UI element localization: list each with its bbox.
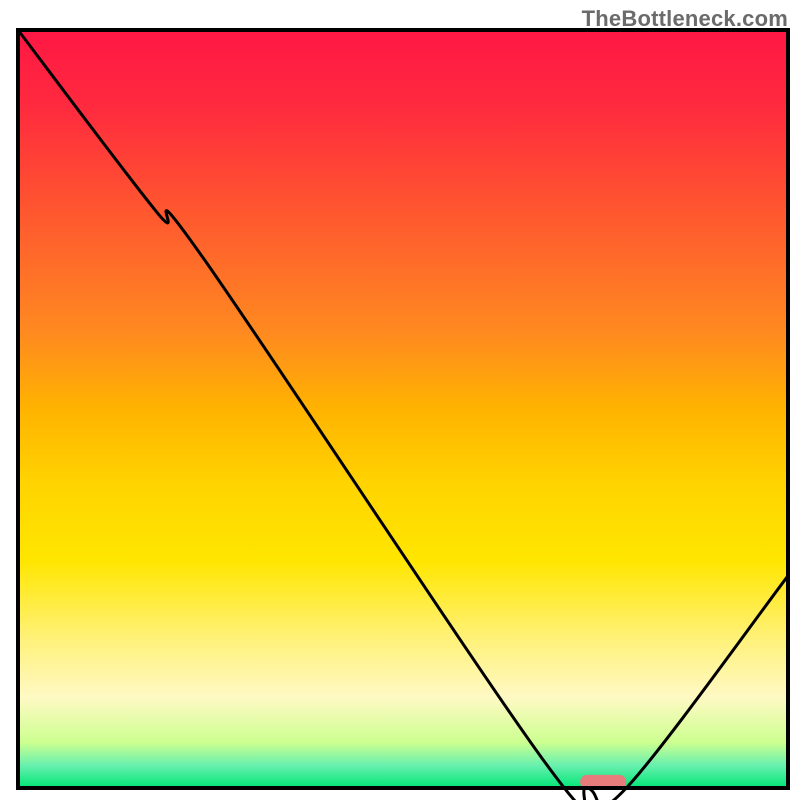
plot-background	[18, 30, 788, 788]
chart-container: { "watermark": "TheBottleneck.com", "col…	[0, 0, 800, 800]
bottleneck-chart	[0, 0, 800, 800]
